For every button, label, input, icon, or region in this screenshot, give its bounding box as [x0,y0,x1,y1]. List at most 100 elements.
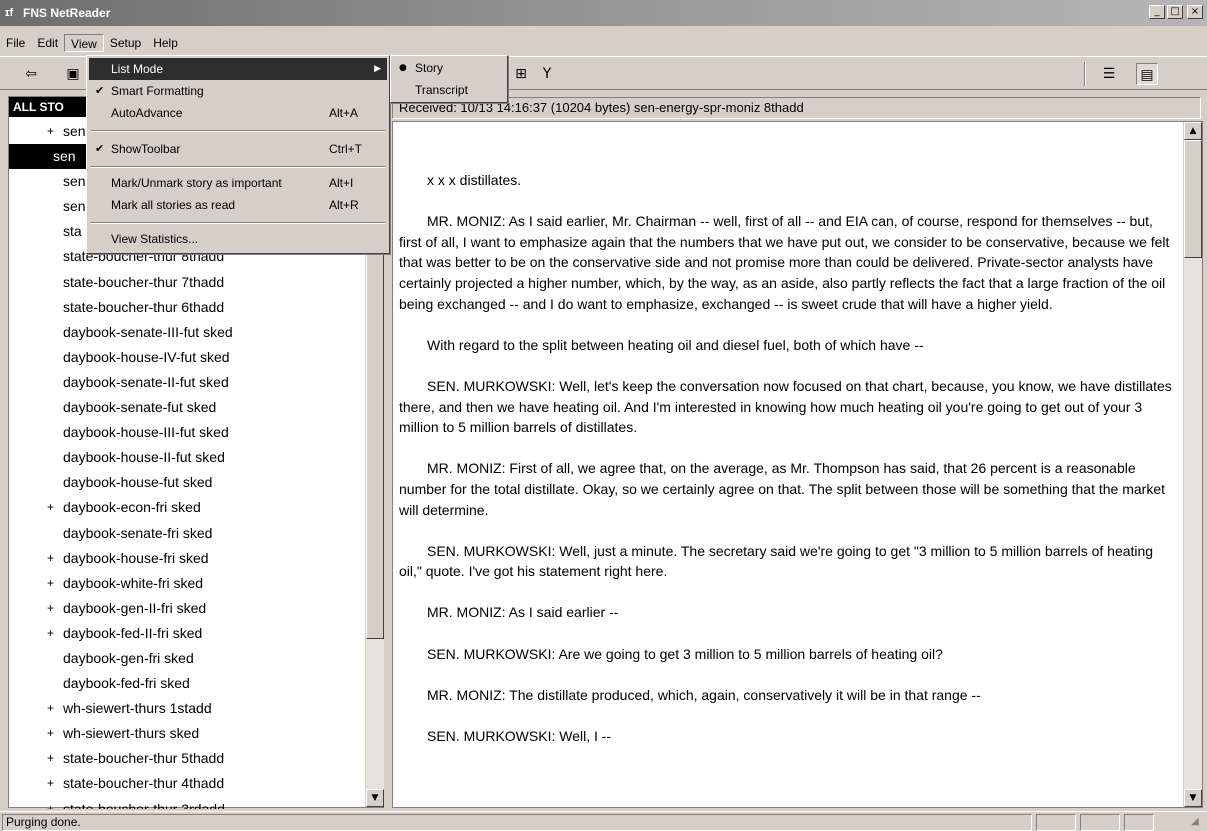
expand-plus-icon[interactable]: + [47,571,57,596]
story-paragraph: SEN. MURKOWSKI: Well, I -- [427,728,612,745]
story-list-item-label: state-boucher-thur 3rdadd [63,800,225,809]
story-list-item[interactable]: daybook-house-II-fut sked [9,445,365,470]
story-list-item[interactable]: + wh-siewert-thurs 1stadd [9,696,365,721]
close-button[interactable]: × [1187,5,1203,19]
menu-item-label: Mark/Unmark story as important [111,176,282,190]
menu-item-label: Smart Formatting [111,84,204,98]
menu-item-label: ShowToolbar [111,142,181,156]
menu-item-label: List Mode [111,62,164,76]
story-list-item[interactable]: daybook-gen-fri sked [9,646,365,671]
maximize-button[interactable]: □ [1167,5,1183,19]
story-list-item[interactable]: daybook-house-fut sked [9,470,365,495]
menu-item-smart-formatting[interactable]: ✔ Smart Formatting [89,80,387,102]
scroll-down-arrow-icon[interactable]: ▼ [1184,789,1202,807]
menu-item-label: Mark all stories as read [111,198,236,212]
story-list-item[interactable]: + daybook-fed-II-fri sked [9,621,365,646]
menu-item-shortcut: Alt+A [329,106,359,120]
menu-item-shortcut: Alt+I [329,176,354,190]
tree-view-icon[interactable]: ⊞ [510,63,532,85]
expand-plus-icon[interactable]: + [47,119,57,144]
resize-grip-icon[interactable]: ◢ [1191,815,1205,829]
story-list-item[interactable]: daybook-house-III-fut sked [9,420,365,445]
story-list-item-label: daybook-house-fut sked [63,474,213,491]
story-list-item[interactable]: + daybook-white-fri sked [9,571,365,596]
expand-plus-icon[interactable]: + [47,696,57,721]
story-list-item[interactable]: + daybook-gen-II-fri sked [9,596,365,621]
story-list-item[interactable]: daybook-senate-fut sked [9,395,365,420]
window-title: FNS NetReader [23,6,111,20]
story-list-item-label: daybook-house-IV-fut sked [63,348,230,365]
minimize-button[interactable]: _ [1149,5,1165,19]
submenu-arrow-icon: ▶ [374,64,381,74]
menu-item-label: View Statistics... [111,232,199,246]
story-list-item-label: daybook-senate-II-fut sked [63,373,229,390]
story-list-item-label: sen [63,123,86,139]
story-list-item-label: daybook-econ-fri sked [63,499,201,516]
status-cell [1124,814,1154,831]
story-paragraph: MR. MONIZ: As I said earlier, Mr. Chairm… [399,213,1170,312]
story-list-item[interactable]: daybook-house-IV-fut sked [9,345,365,370]
story-view-icon[interactable]: ▤ [1136,63,1158,85]
submenu-item-label: Transcript [415,83,468,97]
menu-item-autoadvance[interactable]: AutoAdvance Alt+A [89,102,387,124]
menu-help[interactable]: Help [147,34,184,52]
menu-setup[interactable]: Setup [104,34,147,52]
expand-plus-icon[interactable]: + [47,746,57,771]
story-list-item[interactable]: daybook-senate-III-fut sked [9,320,365,345]
expand-plus-icon[interactable]: + [47,621,57,646]
menu-item-showtoolbar[interactable]: ✔ ShowToolbar Ctrl+T [89,138,387,160]
expand-plus-icon[interactable]: + [47,771,57,796]
story-list-item[interactable]: state-boucher-thur 7thadd [9,270,365,295]
menu-separator [91,222,385,224]
expand-plus-icon[interactable]: + [47,495,57,520]
story-list-item-label: daybook-gen-II-fri sked [63,599,207,616]
save-icon[interactable]: ▣ [62,63,84,85]
story-scroll-thumb[interactable] [1184,140,1202,258]
story-list-item[interactable]: + state-boucher-thur 5thadd [9,746,365,771]
story-list-item[interactable]: daybook-fed-fri sked [9,671,365,696]
story-scrollbar[interactable]: ▲ ▼ [1183,122,1202,807]
scroll-up-arrow-icon[interactable]: ▲ [1184,122,1202,140]
story-list-item-label: daybook-white-fri sked [63,574,204,591]
story-list-item-label: state-boucher-thur 5thadd [63,750,225,767]
status-cell [1036,814,1076,831]
story-list-item[interactable]: + state-boucher-thur 3rdadd [9,797,365,809]
story-list-item[interactable]: daybook-senate-fri sked [9,521,365,546]
story-list-item[interactable]: + daybook-econ-fri sked [9,495,365,520]
story-list-item[interactable]: state-boucher-thur 6thadd [9,295,365,320]
expand-plus-icon[interactable]: + [47,721,57,746]
story-list-item[interactable]: + state-boucher-thur 4thadd [9,771,365,796]
menu-item-view-statistics[interactable]: View Statistics... [89,228,387,250]
list-view-icon[interactable]: ☰ [1098,63,1120,85]
story-list-item-label: wh-siewert-thurs sked [63,725,200,742]
list-mode-submenu: ● Story Transcript [390,55,508,103]
story-list-item-label: daybook-senate-III-fut sked [63,323,233,340]
menu-file[interactable]: File [0,34,31,52]
menu-bar: File Edit View Setup Help [0,33,184,53]
story-paragraph: MR. MONIZ: As I said earlier -- [427,604,619,621]
story-list-item-label: sen [53,148,76,165]
menu-view[interactable]: View [64,34,104,52]
story-list-item[interactable]: + daybook-house-fri sked [9,546,365,571]
menu-item-list-mode[interactable]: List Mode ▶ [89,58,387,80]
menu-item-mark-all-read[interactable]: Mark all stories as read Alt+R [89,194,387,216]
story-text: x x x distillates. MR. MONIZ: As I said e… [399,170,1179,767]
submenu-item-transcript[interactable]: Transcript [393,80,505,101]
expand-plus-icon[interactable]: + [47,546,57,571]
story-list-item[interactable]: daybook-senate-II-fut sked [9,370,365,395]
menu-item-shortcut: Alt+R [329,198,359,212]
menu-item-shortcut: Ctrl+T [329,142,362,156]
expand-plus-icon[interactable]: + [47,797,57,809]
story-list-item[interactable]: + wh-siewert-thurs sked [9,721,365,746]
story-list-item-label: wh-siewert-thurs 1stadd [63,700,212,717]
menu-edit[interactable]: Edit [31,34,64,52]
submenu-item-story[interactable]: ● Story [393,58,505,79]
expand-plus-icon[interactable]: + [47,596,57,621]
menu-item-mark-important[interactable]: Mark/Unmark story as important Alt+I [89,172,387,194]
story-list-item-label: daybook-senate-fri sked [63,524,213,541]
scroll-down-arrow-icon[interactable]: ▼ [366,789,384,807]
back-arrow-icon[interactable]: ⇦ [20,63,42,85]
story-list-item-label: state-boucher-thur 4thadd [63,775,225,792]
story-list-item-label: daybook-house-II-fut sked [63,449,225,466]
filter-icon[interactable]: Y [536,63,558,85]
